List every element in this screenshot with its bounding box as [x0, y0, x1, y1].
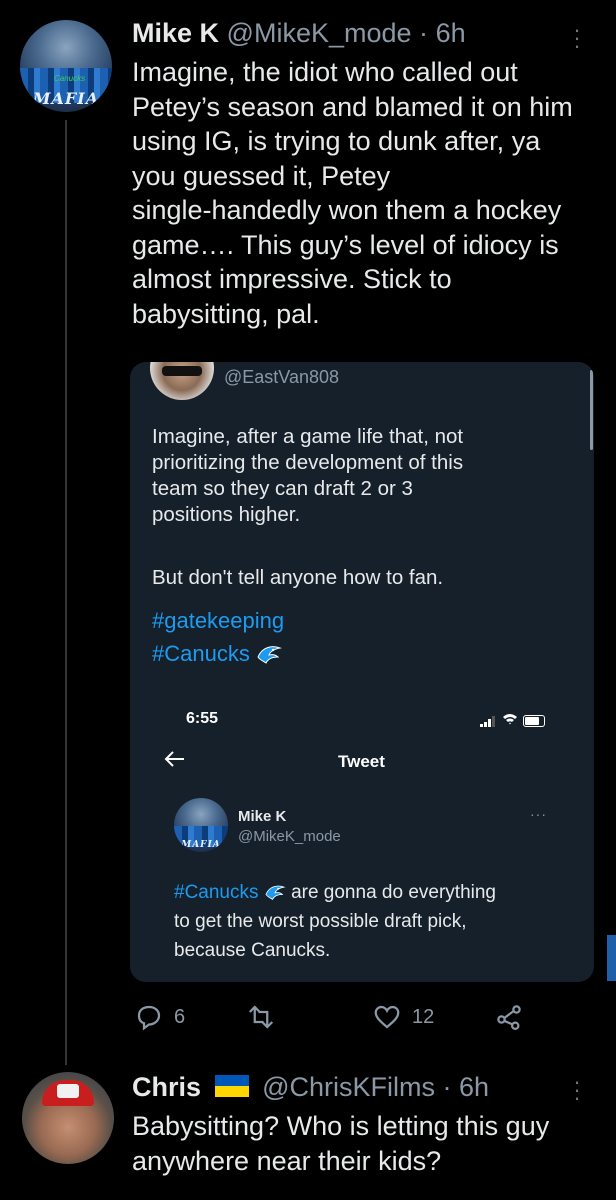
tweet2-more-icon[interactable]: · · ·: [570, 1071, 584, 1109]
tweet1-header: Mike K @MikeK_mode · 6h: [132, 18, 466, 49]
screenshot-author-name[interactable]: Mike K: [238, 808, 286, 825]
tweet1-timestamp[interactable]: 6h: [436, 18, 466, 48]
canucks-orca-icon: [264, 881, 286, 900]
screenshot-more-icon[interactable]: ···: [530, 806, 547, 822]
like-button[interactable]: 12: [372, 1002, 434, 1032]
sunglasses-graphic: [162, 366, 202, 376]
quoted-line: Imagine, after a game life that, not: [152, 425, 464, 448]
mike-k-avatar[interactable]: Canucks MAFIA: [20, 20, 112, 112]
tweet1-line: babysitting, pal.: [132, 298, 320, 329]
share-icon: [497, 1005, 521, 1030]
retweet-icon: [248, 1005, 274, 1029]
share-button[interactable]: [494, 1002, 524, 1032]
page-scroll-indicator[interactable]: [607, 935, 616, 981]
phone-page-title: Tweet: [338, 752, 385, 771]
signal-icon: [480, 715, 498, 727]
hashtag-gatekeeping[interactable]: #gatekeeping: [152, 608, 284, 634]
tweet2-author-handle[interactable]: @ChrisKFilms: [262, 1072, 435, 1102]
tweet1-line: Petey’s season and blamed it on him: [132, 91, 573, 122]
reply-icon: [137, 1005, 161, 1031]
screenshot-tweet-body: #Canucks are gonna do everything to get …: [174, 878, 496, 965]
quoted-tweet-card[interactable]: @EastVan808 Imagine, after a game life t…: [130, 362, 594, 982]
quoted-body: Imagine, after a game life that, not pri…: [152, 424, 463, 528]
quoted-line: team so they can draft 2 or 3: [152, 477, 413, 500]
chris-avatar[interactable]: [22, 1072, 114, 1164]
back-arrow-icon[interactable]: [164, 750, 186, 773]
tweet1-line: almost impressive. Stick to: [132, 264, 452, 294]
tweet1-line: using IG, is trying to dunk after, ya: [132, 126, 541, 156]
tweet1-more-icon[interactable]: · · ·: [570, 19, 584, 57]
reply-count: 6: [174, 1005, 186, 1028]
quoted-line: positions higher.: [152, 503, 301, 526]
hashtag-canucks[interactable]: #Canucks: [152, 641, 250, 666]
tweet1-author-handle[interactable]: @MikeK_mode: [227, 18, 412, 48]
tweet2-line: anywhere near their kids?: [132, 1145, 442, 1176]
screenshot-author-handle[interactable]: @MikeK_mode: [238, 828, 341, 845]
ukraine-flag-icon: [214, 1074, 249, 1097]
tweet1-author-name[interactable]: Mike K: [132, 18, 219, 48]
tweet1-line: you guessed it, Petey: [132, 160, 391, 191]
canucks-hashtag-row: #Canucks: [152, 641, 282, 667]
tweet2-header: Chris @ChrisKFilms · 6h: [132, 1072, 489, 1103]
screenshot-line-rest: are gonna do everything: [291, 882, 496, 903]
quoted-line2: But don't tell anyone how to fan.: [152, 566, 444, 589]
phone-status-icons: [480, 712, 545, 730]
quoted-author-handle[interactable]: @EastVan808: [224, 367, 339, 388]
tweet2-author-name[interactable]: Chris: [132, 1072, 201, 1102]
avatar-small-text: Canucks: [54, 74, 86, 83]
phone-time: 6:55: [186, 710, 219, 727]
tweet1-body: Imagine, the idiot who called out Petey’…: [132, 55, 573, 331]
tweet1-line: single-handedly won them a hockey: [132, 195, 562, 225]
screenshot-line: because Canucks.: [174, 940, 331, 961]
screenshot-line: to get the worst possible draft pick,: [174, 911, 467, 932]
avatar-mafia-text: MAFIA: [181, 839, 221, 850]
cap-logo: [57, 1084, 79, 1098]
tweet2-body: Babysitting? Who is letting this guy any…: [132, 1109, 549, 1178]
tweet1-line: Imagine, the idiot who called out: [132, 57, 518, 87]
screenshot-mike-avatar[interactable]: MAFIA: [174, 798, 228, 852]
battery-icon: [523, 715, 545, 727]
thread-line: [65, 120, 67, 1065]
wifi-icon: [502, 712, 518, 730]
heart-icon: [374, 1005, 400, 1029]
eastvan-avatar[interactable]: [150, 362, 214, 400]
retweet-button[interactable]: [246, 1002, 276, 1032]
tweet1-line: game…. This guy’s level of idiocy is: [132, 229, 559, 260]
tweet2-line: Babysitting? Who is letting this guy: [132, 1111, 550, 1141]
canucks-orca-icon: [256, 643, 282, 665]
screenshot-hashtag-canucks[interactable]: #Canucks: [174, 882, 259, 903]
like-count: 12: [412, 1005, 435, 1028]
reply-button[interactable]: 6: [134, 1002, 185, 1032]
tweet2-timestamp[interactable]: 6h: [459, 1072, 489, 1102]
screenshot-line: #Canucks are gonna do everything: [174, 878, 496, 907]
tweet1-separator: ·: [419, 18, 429, 48]
card-scrollbar[interactable]: [590, 370, 593, 450]
tweet2-separator: ·: [442, 1072, 452, 1102]
avatar-mafia-text: MAFIA: [32, 89, 100, 109]
quoted-line: prioritizing the development of this: [152, 451, 464, 474]
